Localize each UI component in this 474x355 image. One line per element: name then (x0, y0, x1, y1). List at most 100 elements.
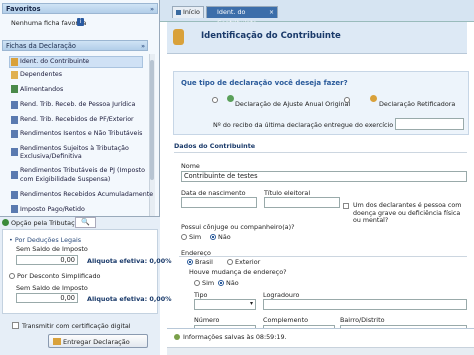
conjuge-nao[interactable]: Não (210, 233, 231, 241)
opcao-label: Opção pela Tributação: (11, 219, 85, 227)
saldo2-label: Sem Saldo de Imposto (16, 284, 88, 292)
conjuge-sim[interactable]: Sim (181, 233, 201, 241)
transmitir-checkbox[interactable] (12, 322, 19, 329)
status-text: Informações salvas às 08:59:19. (183, 333, 287, 341)
exterior-option[interactable]: Exterior (227, 258, 260, 266)
simplificado-option[interactable]: Por Desconto Simplificado (9, 272, 100, 280)
document-icon (11, 171, 18, 179)
document-icon (11, 191, 18, 199)
recibo-input[interactable] (395, 118, 464, 130)
simplificado-value-field[interactable]: 0,00 (16, 293, 78, 303)
radio-retificadora[interactable] (344, 96, 350, 104)
transmitir-label: Transmitir com certificação digital (22, 322, 131, 330)
recibo-label: Nº do recibo da última declaração entreg… (213, 121, 422, 129)
titulo-input[interactable] (264, 197, 340, 208)
gear-icon (2, 219, 9, 226)
conjuge-nao-label: Não (218, 233, 231, 241)
conjuge-sim-label: Sim (189, 233, 202, 241)
dependents-icon (11, 71, 18, 79)
nome-label: Nome (181, 162, 200, 170)
info-icon[interactable]: i (77, 18, 84, 26)
radio-exterior[interactable] (227, 259, 233, 265)
left-panel: Favoritos » Nenhuma ficha favorita i Fic… (0, 0, 172, 355)
radio-conjuge-nao[interactable] (210, 234, 216, 240)
header-divider (167, 53, 467, 54)
titulo-label: Título eleitoral (264, 189, 311, 197)
question-text: Que tipo de declaração você deseja fazer… (181, 79, 348, 87)
fichas-title: Fichas da Declaração (6, 42, 76, 50)
fichas-header[interactable]: Fichas da Declaração » (2, 40, 148, 51)
logradouro-input[interactable] (263, 299, 467, 310)
entregar-label: Entregar Declaração (63, 338, 130, 346)
sidebar-scroll-thumb[interactable] (150, 60, 154, 180)
horizontal-scrollbar[interactable] (167, 347, 474, 355)
dados-section-title: Dados do Contribuinte (174, 142, 256, 150)
tab-ident[interactable]: Ident. do Contribuinte × (206, 6, 278, 27)
search-icon[interactable]: 🔍 (75, 217, 96, 228)
sidebar-item-rend-pf[interactable]: Rend. Trib. Recebidos de PF/Exterior (20, 116, 134, 124)
mudanca-sim[interactable]: Sim (194, 279, 214, 287)
radio-original[interactable] (212, 96, 218, 104)
sidebar-item-imposto[interactable]: Imposto Pago/Retido (20, 206, 85, 214)
nascimento-input[interactable] (181, 197, 257, 208)
close-icon[interactable]: × (269, 7, 274, 18)
tipo-select[interactable]: ▾ (194, 299, 256, 310)
sidebar-item-acumulada[interactable]: Rendimentos Recebidos Acumuladamente (20, 191, 153, 199)
main-header: Identificação do Contribuinte (167, 22, 467, 53)
mudanca-nao[interactable]: Não (218, 279, 239, 287)
tab-inicio[interactable]: Início (172, 6, 204, 18)
dados-divider (174, 152, 467, 153)
collapse-fichas-icon[interactable]: » (141, 42, 145, 52)
radio-simplificado[interactable] (9, 273, 15, 279)
tab-inicio-label: Início (183, 8, 200, 16)
send-icon (53, 338, 61, 345)
check-icon (174, 334, 180, 340)
page-title: Identificação do Contribuinte (201, 31, 341, 41)
sidebar-item-dependentes[interactable]: Dependentes (20, 71, 62, 79)
radio-mudanca-sim[interactable] (194, 280, 200, 286)
sidebar-item-isentos[interactable]: Rendimentos Isentos e Não Tributáveis (20, 130, 142, 138)
brasil-label: Brasil (195, 258, 213, 266)
deducoes-option[interactable]: • Por Deduções Legais (9, 236, 81, 244)
endereco-divider (179, 256, 467, 257)
radio-retificadora-circle[interactable] (344, 97, 350, 103)
deducoes-value-field[interactable]: 0,00 (16, 255, 78, 265)
complemento-label: Complemento (263, 316, 308, 324)
opt-retificadora-label: Declaração Retificadora (379, 100, 456, 108)
nome-input[interactable]: Contribuinte de testes (181, 171, 467, 182)
tipo-label: Tipo (194, 291, 208, 299)
original-icon (227, 95, 234, 102)
doenca-label: Um dos declarantes é pessoa com doença g… (353, 202, 462, 224)
mudanca-sim-label: Sim (202, 279, 215, 287)
radio-brasil[interactable] (187, 259, 193, 265)
radio-conjuge-sim[interactable] (181, 234, 187, 240)
sidebar-item-rend-pj[interactable]: Rend. Trib. Receb. de Pessoa Jurídica (20, 101, 135, 109)
no-favorite-text: Nenhuma ficha favorita (11, 19, 87, 27)
sidebar-item-suspensa-2[interactable]: com Exigibilidade Suspensa) (20, 176, 110, 184)
sidebar-item-alimentandos[interactable]: Alimentandos (20, 86, 63, 94)
collapse-icon[interactable]: » (150, 5, 154, 15)
bairro-label: Bairro/Distrito (340, 316, 385, 324)
mudanca-label: Houve mudança de endereço? (189, 268, 287, 276)
exterior-label: Exterior (235, 258, 261, 266)
radio-original-circle[interactable] (212, 97, 218, 103)
person-icon (11, 58, 18, 66)
document-icon (11, 130, 18, 138)
aliquota2-label: Aliquota efetiva: 0,00% (87, 295, 172, 303)
retificadora-icon (370, 95, 377, 102)
sidebar-item-ident[interactable]: Ident. do Contribuinte (20, 58, 89, 66)
radio-mudanca-nao[interactable] (218, 280, 224, 286)
logradouro-label: Logradouro (263, 291, 300, 299)
opt-original-label: Declaração de Ajuste Anual Original (235, 100, 351, 108)
sidebar-item-exclusiva-2[interactable]: Exclusiva/Definitiva (20, 153, 82, 161)
numero-label: Número (194, 316, 220, 324)
favoritos-header[interactable]: Favoritos » (2, 3, 158, 14)
entregar-button[interactable]: Entregar Declaração (48, 334, 148, 348)
brasil-option[interactable]: Brasil (187, 258, 213, 266)
chevron-down-icon: ▾ (249, 300, 253, 307)
saldo-label: Sem Saldo de Imposto (16, 245, 88, 253)
sidebar-item-suspensa-1[interactable]: Rendimentos Tributáveis de PJ (Imposto (20, 167, 145, 175)
sidebar-item-exclusiva-1[interactable]: Rendimentos Sujeitos à Tributação (20, 145, 129, 153)
conjuge-label: Possui cônjuge ou companheiro(a)? (181, 223, 295, 231)
doenca-checkbox[interactable] (343, 203, 349, 209)
